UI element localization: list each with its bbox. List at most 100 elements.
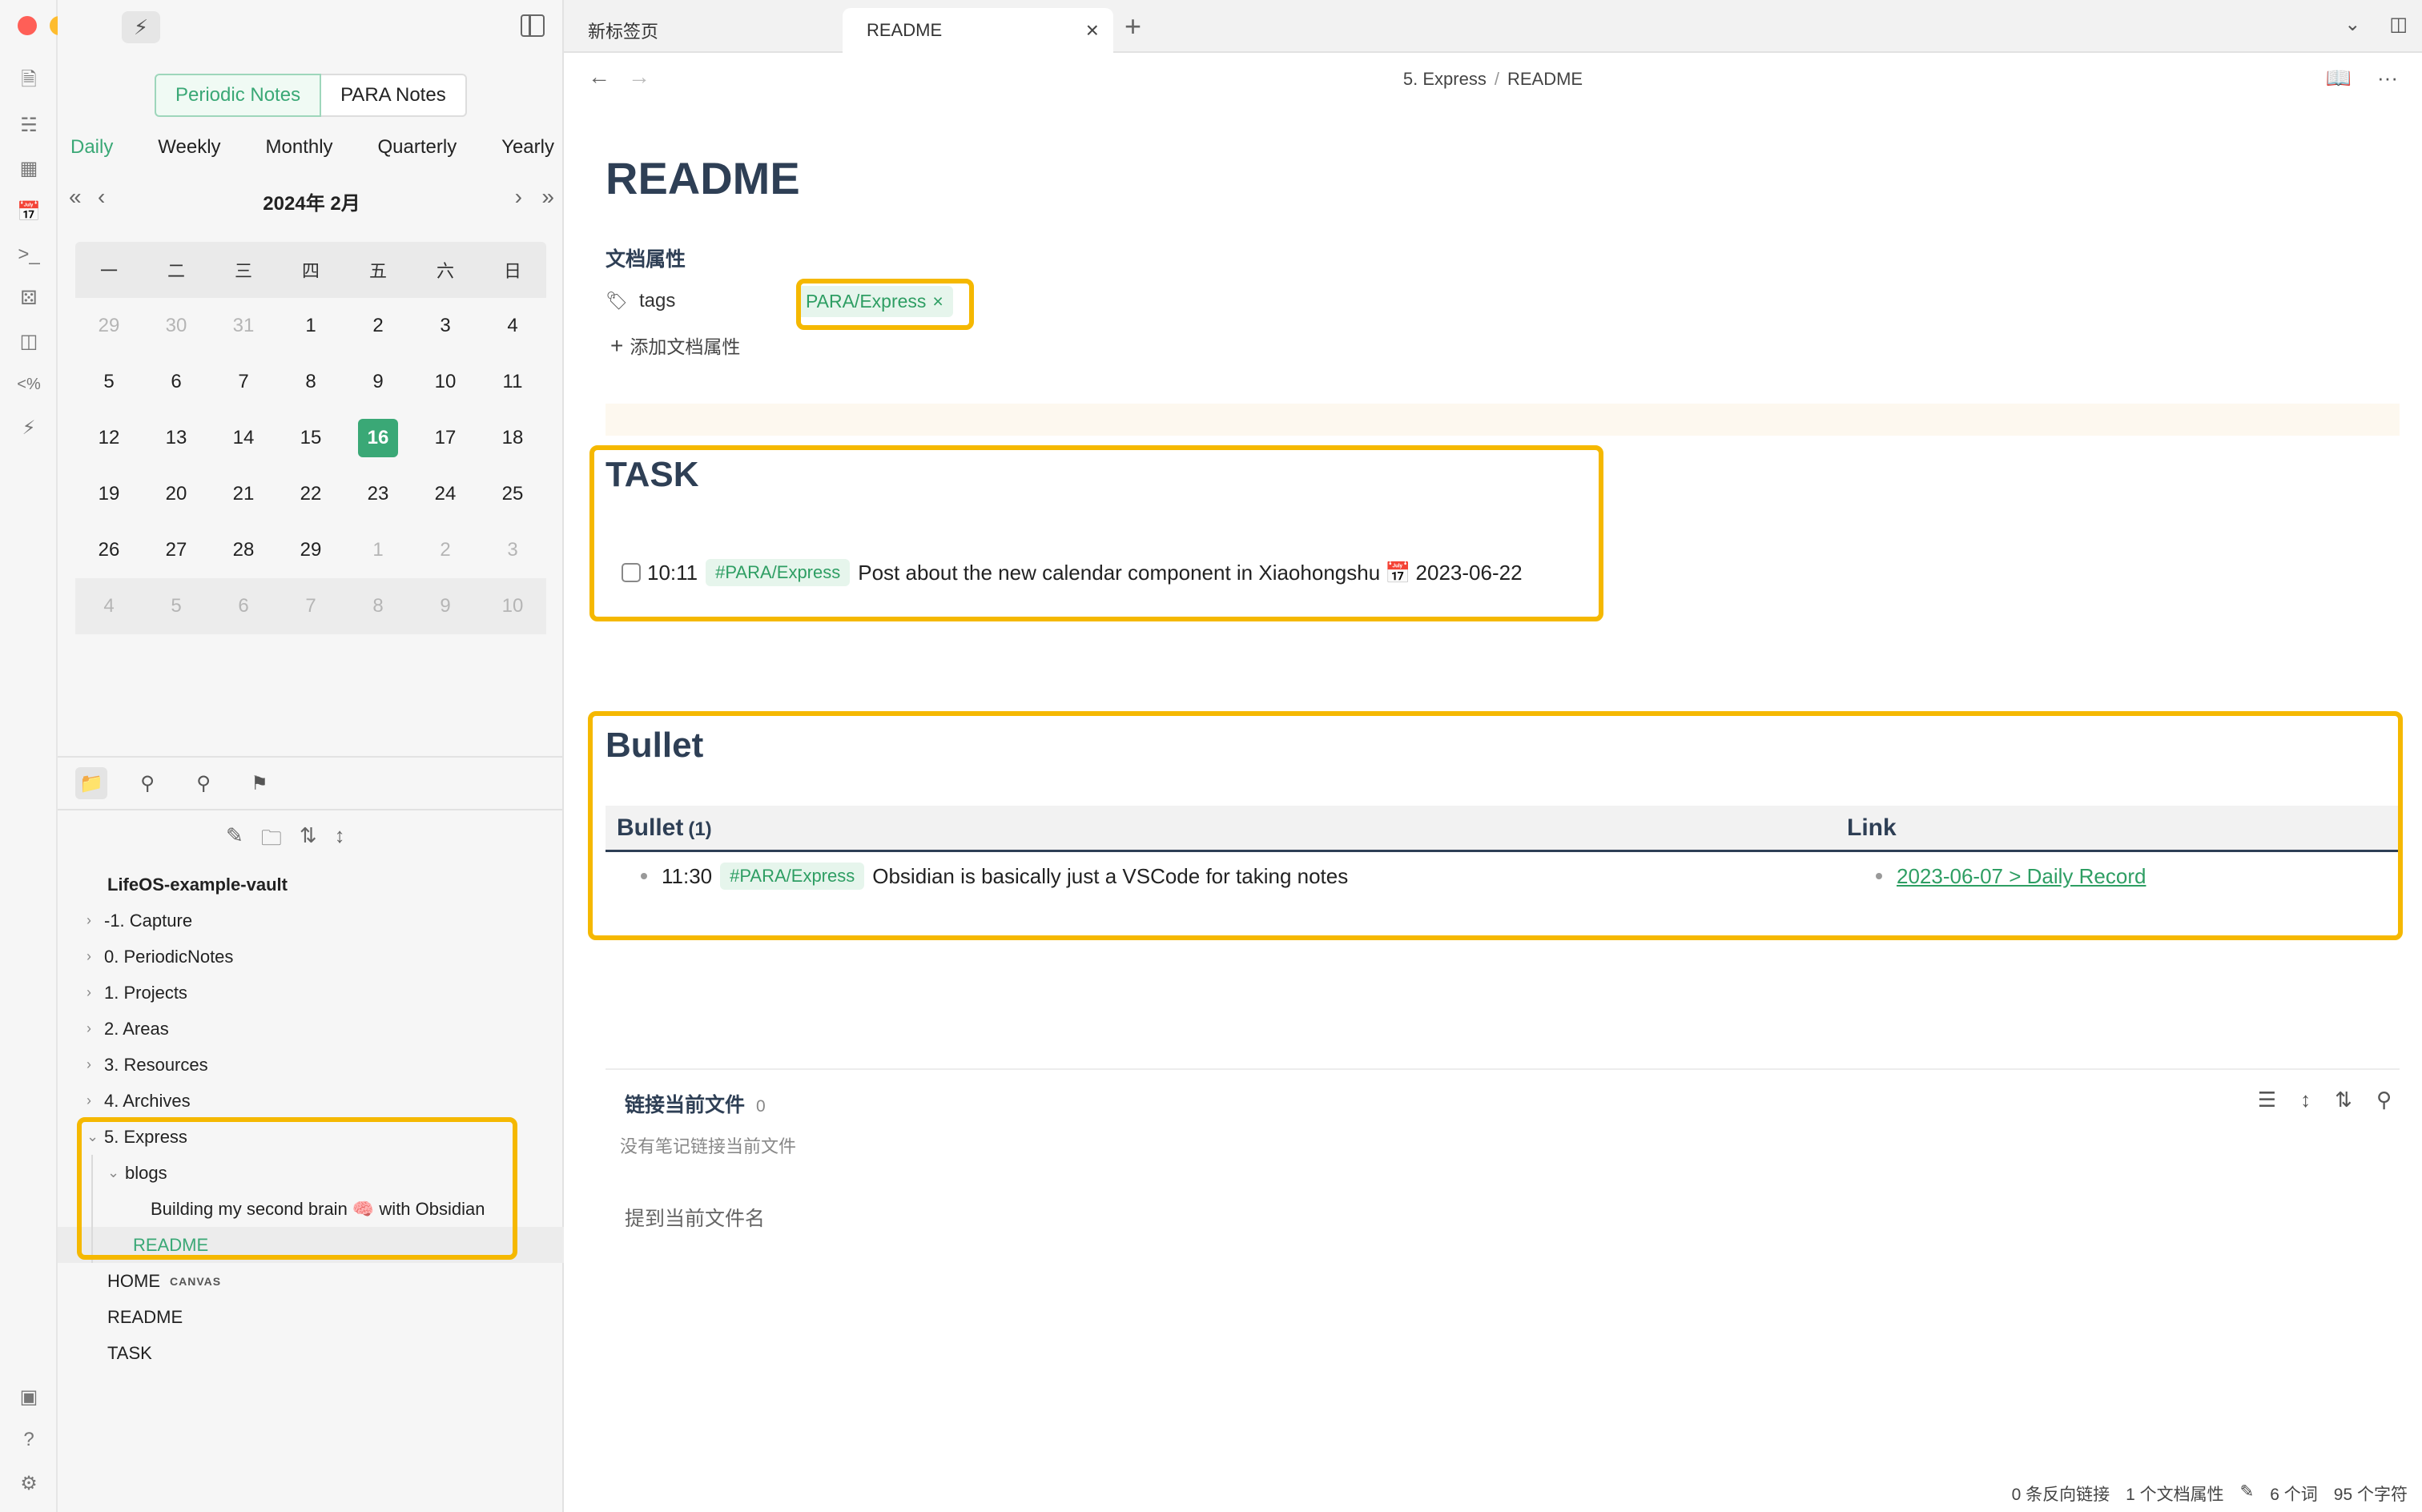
calendar-day[interactable]: 4 bbox=[479, 298, 546, 354]
files-icon[interactable]: 🗎 bbox=[16, 69, 42, 94]
remove-tag-icon[interactable]: × bbox=[932, 291, 943, 312]
terminal-icon[interactable]: >_ bbox=[16, 242, 42, 267]
calendar-day[interactable]: 6 bbox=[210, 578, 277, 634]
period-quarterly[interactable]: Quarterly bbox=[378, 136, 457, 159]
help-icon[interactable]: ? bbox=[16, 1427, 42, 1453]
calendar-day[interactable]: 15 bbox=[277, 410, 344, 466]
search-icon[interactable]: ⚲ bbox=[2376, 1088, 2392, 1112]
bolt-icon[interactable]: ⚡ bbox=[16, 415, 42, 440]
calendar-day[interactable]: 8 bbox=[277, 354, 344, 410]
calendar-day[interactable]: 1 bbox=[344, 522, 412, 578]
calendar-day[interactable]: 14 bbox=[210, 410, 277, 466]
status-properties[interactable]: 1 个文档属性 bbox=[2126, 1482, 2224, 1506]
tab-list-chevron-icon[interactable]: ⌄ bbox=[2344, 13, 2360, 36]
calendar-day[interactable]: 2 bbox=[412, 522, 479, 578]
periodic-notes-tab[interactable]: Periodic Notes bbox=[155, 74, 322, 117]
quick-action-bolt-icon[interactable]: ⚡ bbox=[122, 11, 160, 43]
calendar-day[interactable]: 6 bbox=[143, 354, 210, 410]
calendar-day[interactable]: 12 bbox=[75, 410, 143, 466]
tree-item[interactable]: TASK bbox=[58, 1335, 564, 1371]
chevron-down-icon[interactable]: ⌄ bbox=[107, 1164, 125, 1181]
calendar-day[interactable]: 29 bbox=[75, 298, 143, 354]
tree-item[interactable]: ⌄ 5. Express bbox=[58, 1119, 564, 1155]
graph-icon[interactable]: ☵ bbox=[16, 112, 42, 138]
dice-icon[interactable]: ⚄ bbox=[16, 285, 42, 311]
layout-icon[interactable]: ◫ bbox=[16, 328, 42, 354]
edit-mode-icon[interactable]: ✎ bbox=[2240, 1482, 2255, 1506]
tree-item[interactable]: README bbox=[58, 1227, 564, 1263]
tree-item[interactable]: ⌄ blogs bbox=[58, 1155, 564, 1191]
right-sidebar-toggle-icon[interactable]: ◫ bbox=[2389, 13, 2408, 36]
calendar-day[interactable]: 13 bbox=[143, 410, 210, 466]
backlinks-header[interactable]: 链接当前文件 0 bbox=[625, 1089, 766, 1118]
next-year-icon[interactable]: » bbox=[541, 184, 554, 210]
folder-icon[interactable]: 📁 bbox=[75, 767, 107, 799]
unlinked-mentions-header[interactable]: 提到当前文件名 bbox=[625, 1203, 765, 1232]
next-month-icon[interactable]: › bbox=[515, 184, 522, 210]
calendar-day[interactable]: 27 bbox=[143, 522, 210, 578]
close-tab-icon[interactable]: × bbox=[1086, 18, 1099, 43]
calendar-day[interactable]: 23 bbox=[344, 466, 412, 522]
apps-icon[interactable]: ▦ bbox=[16, 155, 42, 181]
breadcrumb-folder[interactable]: 5. Express bbox=[1403, 69, 1487, 89]
calendar-day[interactable]: 7 bbox=[277, 578, 344, 634]
calendar-day[interactable]: 31 bbox=[210, 298, 277, 354]
calendar-day[interactable]: 30 bbox=[143, 298, 210, 354]
calendar-day[interactable]: 22 bbox=[277, 466, 344, 522]
col-bullet[interactable]: Bullet bbox=[617, 814, 683, 841]
col-link[interactable]: Link bbox=[1847, 814, 1897, 842]
period-monthly[interactable]: Monthly bbox=[266, 136, 333, 159]
tree-item[interactable]: › 2. Areas bbox=[58, 1011, 564, 1047]
new-folder-icon[interactable]: 🗀 bbox=[261, 823, 282, 859]
list-icon[interactable]: ☰ bbox=[2258, 1088, 2276, 1112]
calendar-day[interactable]: 21 bbox=[210, 466, 277, 522]
bullet-tag[interactable]: #PARA/Express bbox=[720, 863, 865, 890]
calendar-day[interactable]: 9 bbox=[412, 578, 479, 634]
add-property-button[interactable]: + 添加文档属性 bbox=[610, 332, 740, 359]
calendar-day[interactable]: 9 bbox=[344, 354, 412, 410]
calendar-day[interactable]: 7 bbox=[210, 354, 277, 410]
calendar-day[interactable]: 28 bbox=[210, 522, 277, 578]
calendar-day[interactable]: 8 bbox=[344, 578, 412, 634]
breadcrumb-file[interactable]: README bbox=[1507, 69, 1583, 89]
bookmark-icon[interactable]: ⚑ bbox=[243, 767, 276, 799]
calendar-day[interactable]: 25 bbox=[479, 466, 546, 522]
new-tab-icon[interactable]: + bbox=[1124, 10, 1141, 43]
chevron-right-icon[interactable]: › bbox=[86, 1092, 104, 1109]
chevron-down-icon[interactable]: ⌄ bbox=[86, 1128, 104, 1145]
calendar-day[interactable]: 26 bbox=[75, 522, 143, 578]
search-icon[interactable]: ⚲ bbox=[131, 767, 163, 799]
tab-new[interactable]: 新标签页 bbox=[564, 8, 841, 53]
calendar-day[interactable]: 11 bbox=[479, 354, 546, 410]
calendar-day[interactable]: 24 bbox=[412, 466, 479, 522]
para-notes-tab[interactable]: PARA Notes bbox=[321, 74, 467, 117]
calendar-day[interactable]: 5 bbox=[143, 578, 210, 634]
period-weekly[interactable]: Weekly bbox=[158, 136, 220, 159]
vault-name[interactable]: LifeOS-example-vault bbox=[58, 867, 564, 903]
settings-icon[interactable]: ⚙ bbox=[16, 1470, 42, 1496]
calendar-day[interactable]: 4 bbox=[75, 578, 143, 634]
status-backlinks[interactable]: 0 条反向链接 bbox=[2012, 1482, 2110, 1506]
expand-icon[interactable]: ↕ bbox=[2300, 1088, 2311, 1112]
sidebar-toggle-icon[interactable] bbox=[521, 14, 545, 37]
task-tag[interactable]: #PARA/Express bbox=[706, 559, 851, 586]
tree-item[interactable]: › 3. Resources bbox=[58, 1047, 564, 1083]
calendar-day[interactable]: 3 bbox=[412, 298, 479, 354]
calendar-day[interactable]: 10 bbox=[479, 578, 546, 634]
tree-item[interactable]: › 1. Projects bbox=[58, 975, 564, 1011]
period-yearly[interactable]: Yearly bbox=[501, 136, 554, 159]
chevron-right-icon[interactable]: › bbox=[86, 1020, 104, 1037]
new-note-icon[interactable]: ✎ bbox=[226, 823, 243, 859]
template-icon[interactable]: <% bbox=[16, 372, 42, 397]
calendar-day[interactable]: 10 bbox=[412, 354, 479, 410]
calendar-day[interactable]: 18 bbox=[479, 410, 546, 466]
reading-view-icon[interactable]: 📖 bbox=[2326, 66, 2352, 90]
tree-item[interactable]: › 4. Archives bbox=[58, 1083, 564, 1119]
calendar-day[interactable]: 3 bbox=[479, 522, 546, 578]
tree-item[interactable]: › -1. Capture bbox=[58, 903, 564, 939]
calendar-day[interactable]: 1 bbox=[277, 298, 344, 354]
tags-icon[interactable]: ⚲ bbox=[187, 767, 219, 799]
calendar-day[interactable]: 17 bbox=[412, 410, 479, 466]
collapse-all-icon[interactable]: ↕ bbox=[335, 823, 345, 859]
calendar-day[interactable]: 29 bbox=[277, 522, 344, 578]
